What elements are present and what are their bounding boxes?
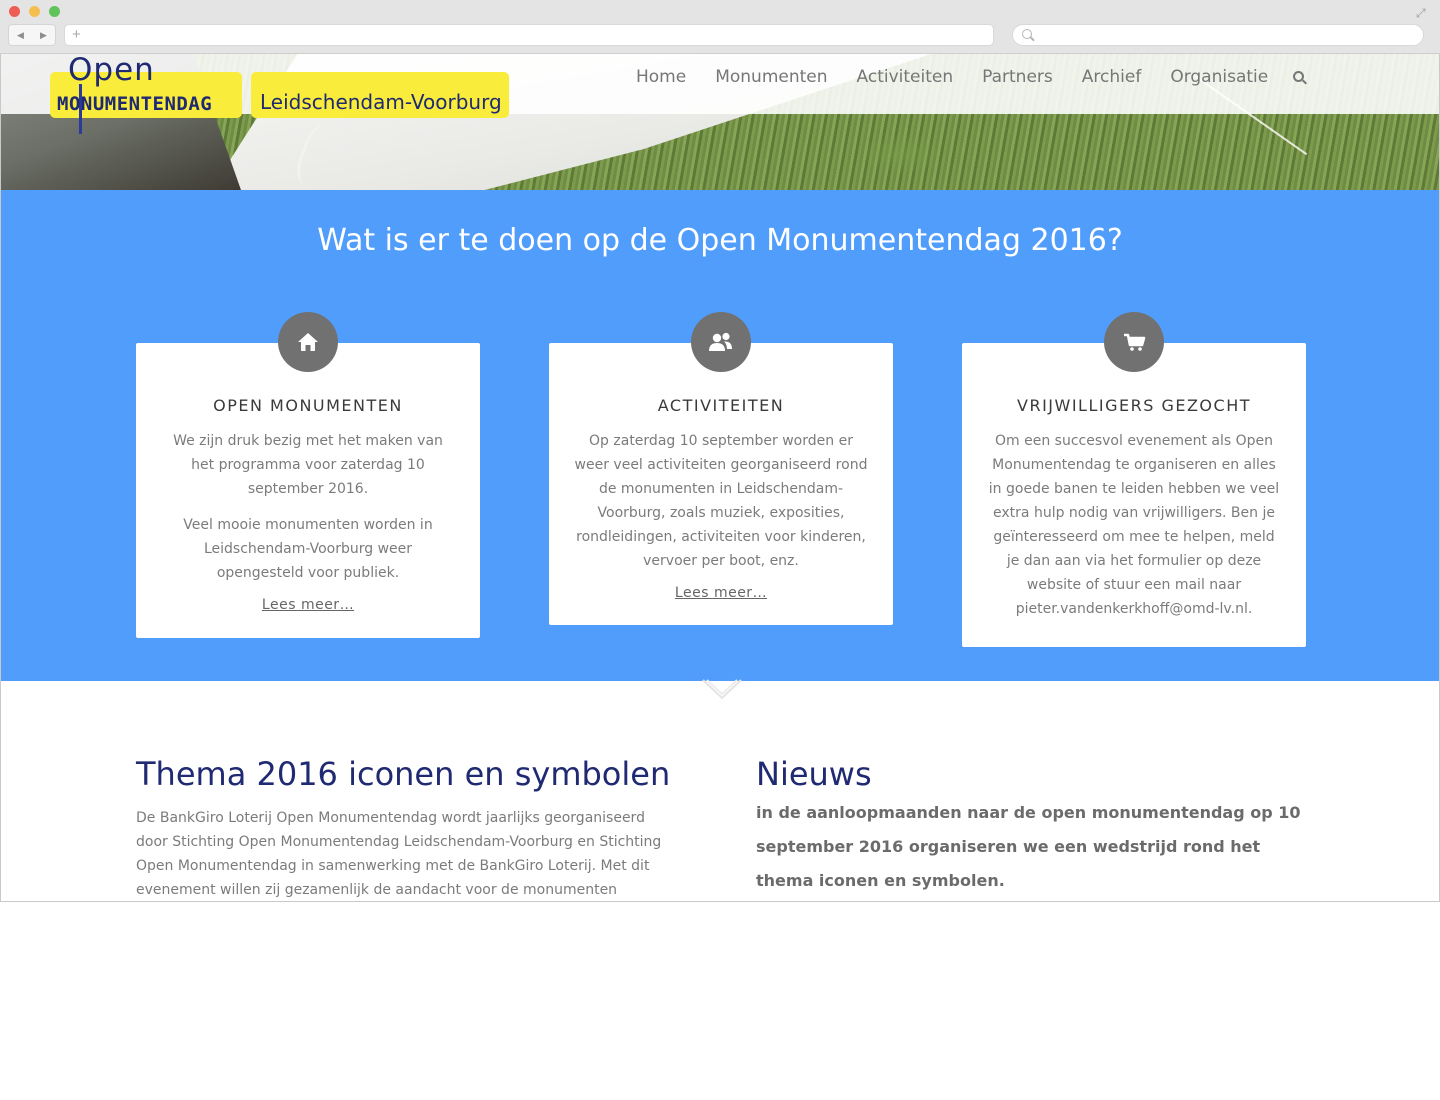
logo-monumentendag-text: MONUMENTENDAG (57, 93, 213, 115)
menu-item-organisatie[interactable]: Organisatie (1170, 66, 1268, 88)
intro-section: Wat is er te doen op de Open Monumentend… (1, 190, 1439, 681)
logo-town-text: Leidschendam-Voorburg (260, 90, 502, 114)
forward-button[interactable]: ▶ (32, 25, 55, 45)
users-icon (691, 312, 751, 372)
card-title: VRIJWILLIGERS GEZOCHT (1017, 396, 1251, 415)
card-vrijwilligers: VRIJWILLIGERS GEZOCHT Om een succesvol e… (962, 312, 1306, 647)
nieuws-heading: Nieuws (756, 755, 872, 793)
menu-item-partners[interactable]: Partners (982, 66, 1053, 88)
intro-heading: Wat is er te doen op de Open Monumentend… (317, 223, 1123, 258)
site-header: Open MONUMENTENDAG Leidschendam-Voorburg… (1, 54, 1439, 134)
nieuws-section: Nieuws in de aanloopmaanden naar de open… (756, 754, 1316, 898)
maximize-window-button[interactable] (49, 6, 60, 17)
history-nav: ◀ ▶ (8, 24, 56, 46)
menu-item-home[interactable]: Home (636, 66, 686, 88)
fullscreen-icon[interactable]: ⤢ (1416, 6, 1430, 20)
menu-item-archief[interactable]: Archief (1082, 66, 1142, 88)
address-bar[interactable]: + (64, 24, 994, 46)
main-menu: Home Monumenten Activiteiten Partners Ar… (636, 66, 1297, 88)
thema-heading: Thema 2016 iconen en symbolen (136, 755, 671, 793)
back-button[interactable]: ◀ (9, 25, 32, 45)
new-tab-icon[interactable]: + (72, 25, 81, 45)
card-text: We zijn druk bezig met het maken van het… (173, 433, 443, 497)
browser-search-input[interactable] (1012, 24, 1424, 46)
read-more-link[interactable]: Lees meer… (136, 597, 480, 613)
search-icon (1022, 29, 1032, 39)
chevron-down-icon[interactable] (702, 676, 742, 702)
cart-icon (1104, 312, 1164, 372)
card-open-monumenten: OPEN MONUMENTEN We zijn druk bezig met h… (136, 312, 480, 638)
card-text: Om een succesvol evenement als Open Monu… (988, 433, 1280, 617)
thema-text: De BankGiro Loterij Open Monumentendag w… (136, 810, 662, 898)
card-title: OPEN MONUMENTEN (213, 396, 403, 415)
card-activiteiten: ACTIVITEITEN Op zaterdag 10 september wo… (549, 312, 893, 625)
card-title: ACTIVITEITEN (657, 396, 785, 415)
logo-open-text: Open (68, 54, 155, 88)
browser-chrome: ⤢ ◀ ▶ + (0, 0, 1440, 54)
menu-item-activiteiten[interactable]: Activiteiten (857, 66, 954, 88)
read-more-link[interactable]: Lees meer… (549, 585, 893, 601)
nieuws-text: in de aanloopmaanden naar de open monume… (756, 803, 1301, 890)
home-icon (278, 312, 338, 372)
minimize-window-button[interactable] (29, 6, 40, 17)
menu-item-monumenten[interactable]: Monumenten (715, 66, 827, 88)
site-search-icon[interactable] (1293, 71, 1304, 82)
thema-section: Thema 2016 iconen en symbolen De BankGir… (136, 754, 676, 901)
card-text: Veel mooie monumenten worden in Leidsche… (183, 517, 433, 581)
card-text: Op zaterdag 10 september worden er weer … (574, 433, 868, 569)
close-window-button[interactable] (9, 6, 20, 17)
page-viewport: Open MONUMENTENDAG Leidschendam-Voorburg… (0, 54, 1440, 902)
